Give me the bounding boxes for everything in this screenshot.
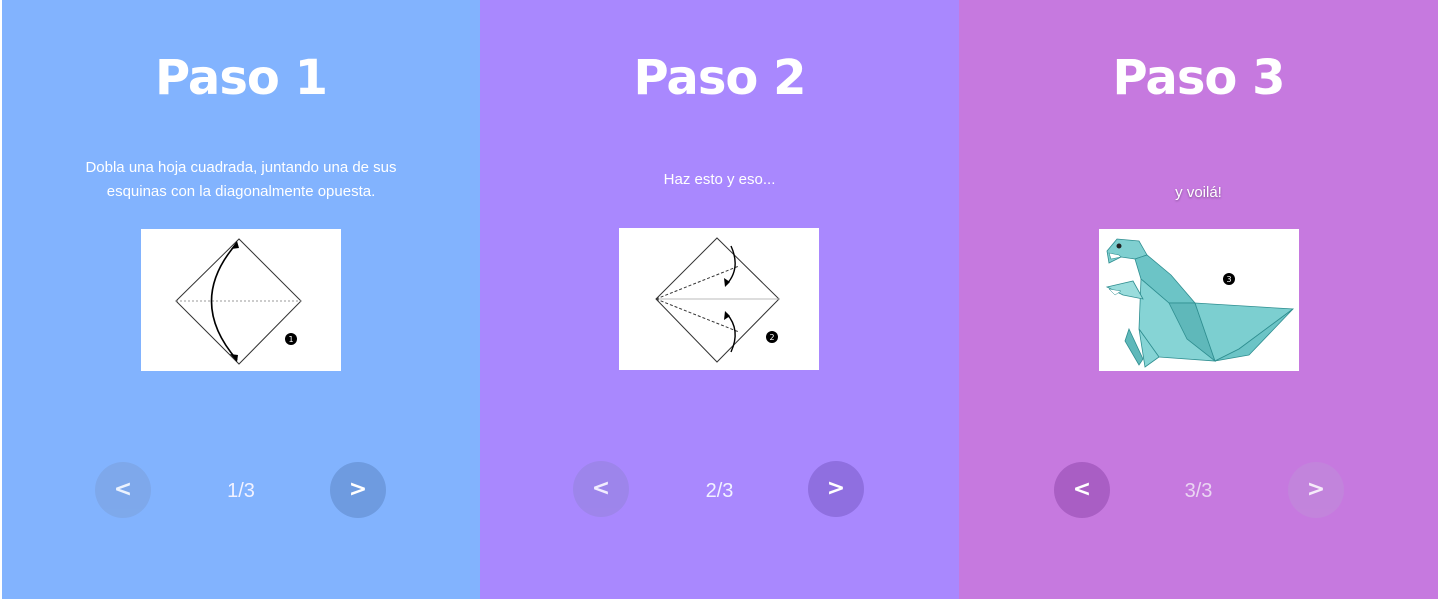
step-description: y voilá! xyxy=(1175,184,1222,201)
step-description: Dobla una hoja cuadrada, juntando una de… xyxy=(85,159,397,200)
next-button[interactable]: > xyxy=(808,461,864,517)
step-counter: 1/3 xyxy=(227,480,255,502)
step-panel-3: Paso 3 y voilá! 3 < 3/3 > xyxy=(959,0,1438,599)
step-badge: 1 xyxy=(288,335,293,344)
step-title: Paso 2 xyxy=(633,50,807,106)
step-title: Paso 3 xyxy=(1112,50,1286,106)
result-image: 3 xyxy=(1099,229,1299,371)
next-button[interactable]: > xyxy=(1288,462,1344,518)
origami-fold-diagram-step-1-icon: 1 xyxy=(175,238,302,365)
step-counter: 2/3 xyxy=(705,480,734,502)
step-counter: 3/3 xyxy=(1184,480,1213,502)
next-button[interactable]: > xyxy=(330,462,386,518)
origami-dinosaur-result-icon: 3 xyxy=(1105,238,1295,368)
step-panel-2: Paso 2 Haz esto y eso... 2 < 2/3 > xyxy=(480,0,959,599)
fold-diagram-image: 2 xyxy=(619,228,819,370)
fold-diagram-image: 1 xyxy=(141,229,341,371)
origami-steps-slider: Paso 1 Dobla una hoja cuadrada, juntando… xyxy=(0,0,1440,599)
step-panel-1: Paso 1 Dobla una hoja cuadrada, juntando… xyxy=(2,0,480,599)
step-title: Paso 1 xyxy=(155,50,328,106)
origami-fold-diagram-step-2-icon: 2 xyxy=(655,237,780,363)
step-badge: 2 xyxy=(769,333,774,342)
step-description: Haz esto y eso... xyxy=(663,171,776,188)
step-badge: 3 xyxy=(1226,275,1231,284)
